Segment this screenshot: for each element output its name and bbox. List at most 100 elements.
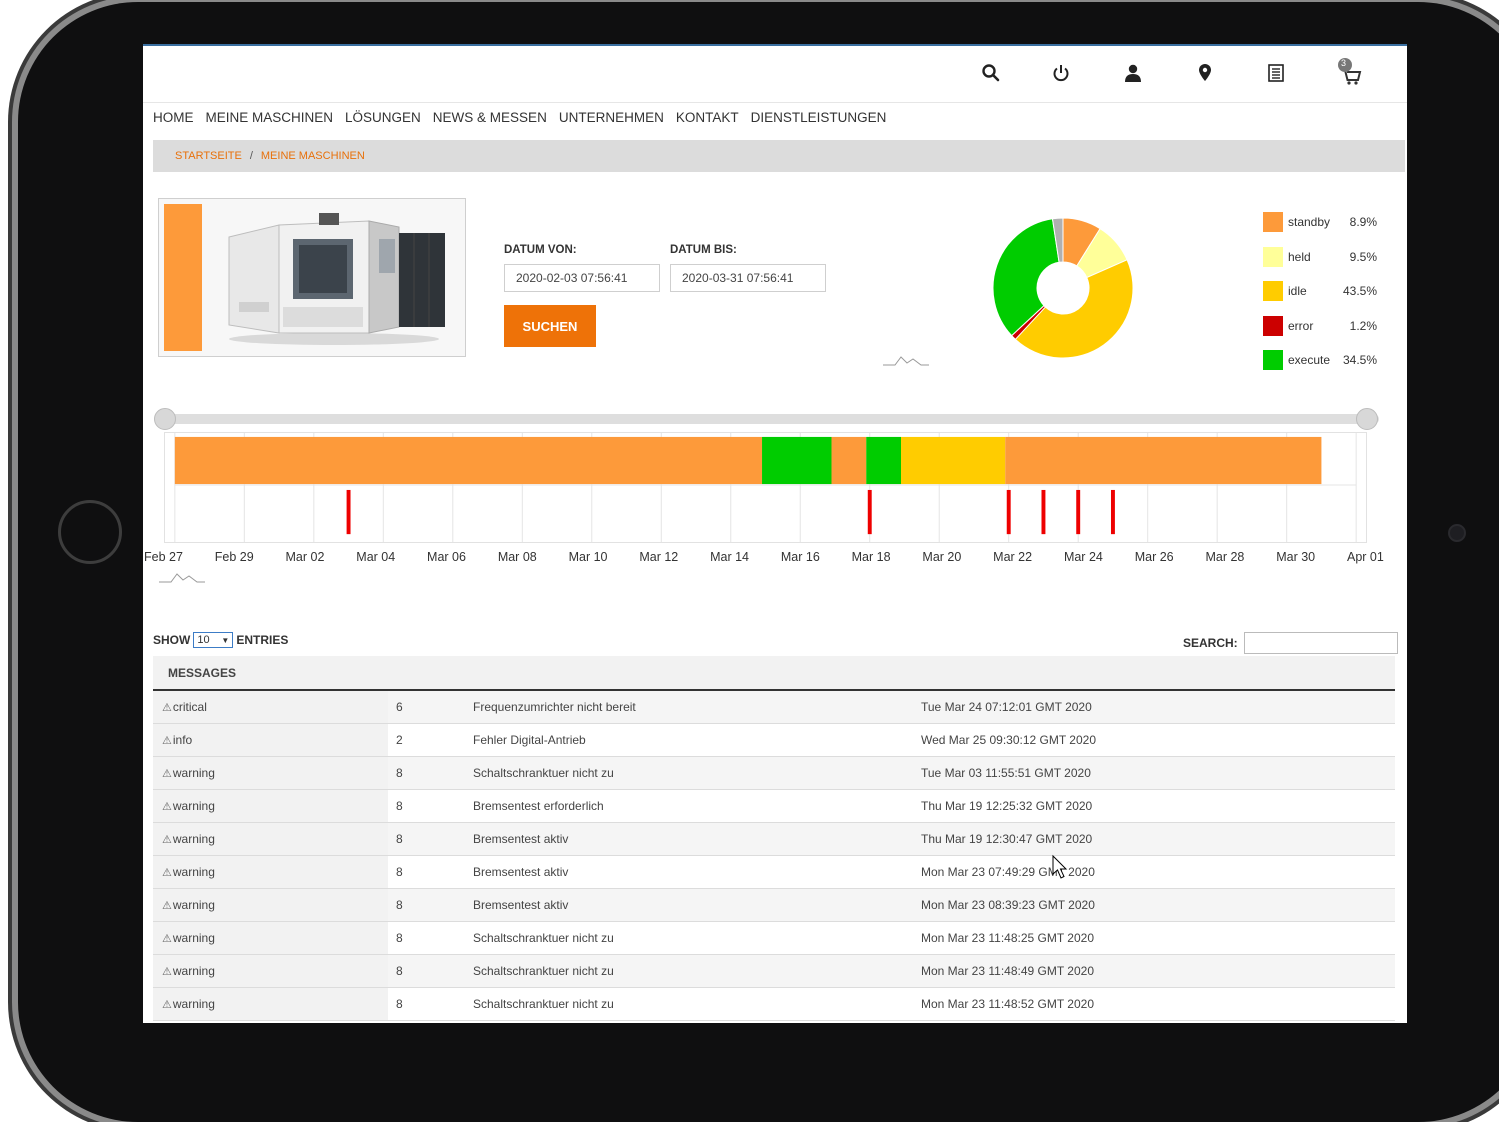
search-icon[interactable] bbox=[979, 61, 1003, 85]
timeline-tick-label: Mar 22 bbox=[993, 550, 1033, 564]
breadcrumb-current[interactable]: MEINE MASCHINEN bbox=[261, 150, 365, 162]
timeline-segment-execute[interactable] bbox=[866, 436, 902, 485]
app-screen: 3 HOME MEINE MASCHINEN LÖSUNGEN NEWS & M… bbox=[143, 44, 1407, 1023]
date-from-field[interactable]: 2020-02-03 07:56:41 bbox=[504, 264, 660, 292]
timeline-error-marker[interactable] bbox=[1041, 489, 1046, 535]
message-time: Mon Mar 23 11:48:52 GMT 2020 bbox=[921, 997, 1094, 1011]
message-text: Schaltschranktuer nicht zu bbox=[473, 997, 614, 1011]
warning-triangle-icon: ⚠ bbox=[162, 735, 172, 747]
machine-card[interactable] bbox=[158, 198, 466, 357]
legend-swatch-standby bbox=[1263, 212, 1283, 232]
legend-item-standby[interactable]: standby 8.9% bbox=[1263, 212, 1383, 232]
message-time: Tue Mar 24 07:12:01 GMT 2020 bbox=[921, 700, 1092, 714]
table-row[interactable]: ⚠warning 8 Bremsentest aktiv Mon Mar 23 07:… bbox=[153, 856, 1395, 889]
table-row[interactable]: ⚠warning 8 Bremsentest aktiv Thu Mar 19 12:… bbox=[153, 823, 1395, 856]
message-level: warning bbox=[172, 997, 215, 1011]
power-icon[interactable] bbox=[1049, 61, 1073, 85]
message-level: warning bbox=[172, 964, 215, 978]
legend-item-error[interactable]: error 1.2% bbox=[1263, 316, 1383, 336]
timeline-segment-idle[interactable] bbox=[901, 436, 1006, 485]
legend-value-error: 1.2% bbox=[1349, 319, 1377, 333]
table-row[interactable]: ⚠warning 8 Schaltschranktuer nicht zu Mon M… bbox=[153, 922, 1395, 955]
timeline-segment-execute[interactable] bbox=[762, 436, 832, 485]
timeline-segment-standby[interactable] bbox=[831, 436, 867, 485]
table-row[interactable]: ⚠warning 8 Bremsentest aktiv Mon Mar 23 08:… bbox=[153, 889, 1395, 922]
nav-item-meine-maschinen[interactable]: MEINE MASCHINEN bbox=[206, 110, 334, 125]
legend-item-execute[interactable]: execute 34.5% bbox=[1263, 350, 1383, 370]
message-level: critical bbox=[172, 700, 207, 714]
cart-icon[interactable]: 3 bbox=[1335, 56, 1365, 86]
search-button[interactable]: SUCHEN bbox=[504, 305, 596, 347]
legend-swatch-execute bbox=[1263, 350, 1283, 370]
table-row[interactable]: ⚠critical 6 Frequenzumrichter nicht bereit… bbox=[153, 691, 1395, 724]
legend-label-standby: standby bbox=[1288, 215, 1331, 229]
search-input[interactable] bbox=[1243, 632, 1398, 654]
timeline-tick-label: Mar 10 bbox=[568, 550, 608, 564]
timeline-error-marker[interactable] bbox=[867, 489, 872, 535]
message-level-cell: ⚠critical bbox=[153, 691, 388, 723]
message-text: Schaltschranktuer nicht zu bbox=[473, 931, 614, 945]
range-slider-track[interactable] bbox=[165, 414, 1379, 424]
timeline-tick-label: Mar 06 bbox=[427, 550, 466, 564]
warning-triangle-icon: ⚠ bbox=[162, 933, 172, 945]
range-slider-handle-start[interactable] bbox=[154, 408, 176, 430]
legend-label-idle: idle bbox=[1288, 284, 1307, 298]
message-code: 8 bbox=[396, 997, 403, 1011]
timeline-tick-label: Mar 14 bbox=[710, 550, 750, 564]
message-level: warning bbox=[172, 931, 215, 945]
message-level: warning bbox=[172, 832, 215, 846]
nav-item-unternehmen[interactable]: UNTERNEHMEN bbox=[559, 110, 664, 125]
table-row[interactable]: ⚠warning 8 Schaltschranktuer nicht zu Mon M… bbox=[153, 955, 1395, 988]
nav-item-news-messen[interactable]: NEWS & MESSEN bbox=[433, 110, 547, 125]
message-level: warning bbox=[172, 766, 215, 780]
legend-item-held[interactable]: held 9.5% bbox=[1263, 247, 1383, 267]
timeline-tick-label: Mar 18 bbox=[851, 550, 891, 564]
nav-item-dienstleistungen[interactable]: DIENSTLEISTUNGEN bbox=[751, 110, 887, 125]
breadcrumb-separator: / bbox=[249, 150, 253, 162]
nav-item-home[interactable]: HOME bbox=[153, 110, 194, 125]
table-row[interactable]: ⚠warning 8 Bremsentest erforderlich Thu Mar… bbox=[153, 790, 1395, 823]
user-icon[interactable] bbox=[1121, 61, 1145, 85]
timeline-error-marker[interactable] bbox=[346, 489, 351, 535]
timeline-tick-label: Mar 26 bbox=[1134, 550, 1174, 564]
show-label: SHOW bbox=[153, 633, 191, 647]
legend-value-held: 9.5% bbox=[1349, 250, 1377, 264]
nav-item-loesungen[interactable]: LÖSUNGEN bbox=[345, 110, 421, 125]
chart-export-icon[interactable] bbox=[881, 351, 931, 367]
message-text: Bremsentest aktiv bbox=[473, 832, 569, 846]
document-list-icon[interactable] bbox=[1264, 61, 1288, 85]
date-to-field[interactable]: 2020-03-31 07:56:41 bbox=[670, 264, 826, 292]
legend-swatch-idle bbox=[1263, 281, 1283, 301]
range-slider-handle-end[interactable] bbox=[1356, 408, 1378, 430]
entries-control: SHOW 10 ▼ ENTRIES bbox=[153, 632, 288, 648]
legend-value-execute: 34.5% bbox=[1342, 353, 1377, 367]
message-text: Bremsentest erforderlich bbox=[473, 799, 604, 813]
timeline-tick-label: Mar 12 bbox=[639, 550, 679, 564]
timeline-error-marker[interactable] bbox=[1076, 489, 1081, 535]
timeline-export-icon[interactable] bbox=[157, 568, 207, 584]
breadcrumb-home[interactable]: STARTSEITE bbox=[175, 150, 242, 162]
timeline-segment-standby[interactable] bbox=[1005, 436, 1322, 485]
tablet-home-button bbox=[58, 500, 122, 564]
legend-swatch-held bbox=[1263, 247, 1283, 267]
message-time: Mon Mar 23 11:48:25 GMT 2020 bbox=[921, 931, 1094, 945]
legend-item-idle[interactable]: idle 43.5% bbox=[1263, 281, 1383, 301]
mouse-cursor bbox=[1052, 854, 1068, 879]
table-row[interactable]: ⚠info 2 Fehler Digital-Antrieb Wed Mar 25 0… bbox=[153, 724, 1395, 757]
nav-item-kontakt[interactable]: KONTAKT bbox=[676, 110, 739, 125]
table-header-messages[interactable]: MESSAGES bbox=[153, 656, 1395, 691]
warning-triangle-icon: ⚠ bbox=[162, 768, 172, 780]
timeline-error-marker[interactable] bbox=[1110, 489, 1115, 535]
entries-select[interactable]: 10 ▼ bbox=[193, 632, 234, 648]
table-row[interactable]: ⚠warning 8 Schaltschranktuer nicht zu Tue M… bbox=[153, 757, 1395, 790]
message-level: warning bbox=[172, 898, 215, 912]
message-level-cell: ⚠warning bbox=[153, 955, 388, 987]
timeline-tick-label: Mar 20 bbox=[922, 550, 962, 564]
timeline-error-marker[interactable] bbox=[1006, 489, 1011, 535]
message-text: Bremsentest aktiv bbox=[473, 865, 569, 879]
table-row[interactable]: ⚠warning 8 Schaltschranktuer nicht zu Mon M… bbox=[153, 988, 1395, 1021]
timeline-segment-standby[interactable] bbox=[174, 436, 763, 485]
message-level-cell: ⚠warning bbox=[153, 790, 388, 822]
location-pin-icon[interactable] bbox=[1193, 61, 1217, 85]
message-time: Tue Mar 03 11:55:51 GMT 2020 bbox=[921, 766, 1091, 780]
